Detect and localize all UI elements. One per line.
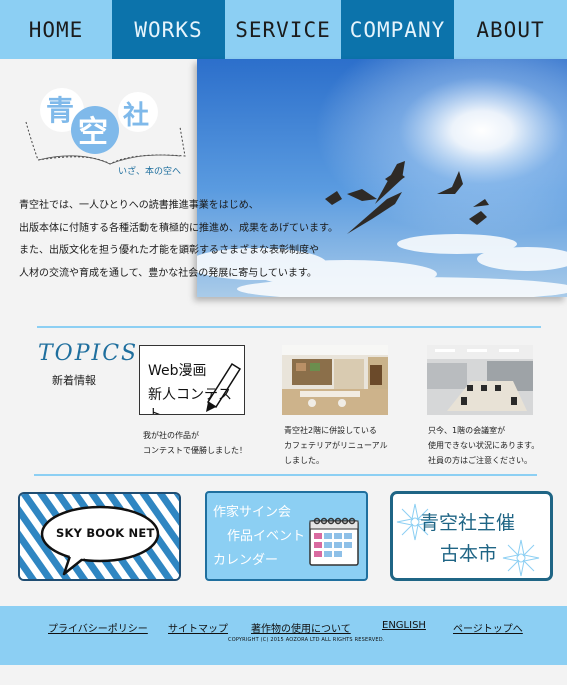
topic-text-line: 只今、1階の会議室が: [428, 426, 506, 435]
footer-links: プライバシーポリシー サイトマップ 著作物の使用について ENGLISH ページ…: [0, 620, 567, 635]
fair-banner-line1: 青空社主催: [420, 512, 516, 534]
logo-char-2: 空: [78, 115, 108, 150]
footer-link-page-top[interactable]: ページトップへ: [453, 620, 523, 635]
used-book-fair-banner[interactable]: 青空社主催 古本市: [390, 491, 553, 581]
topic-text-line: 我が社の作品が: [143, 431, 199, 440]
nav-service[interactable]: SERVICE: [225, 0, 341, 59]
calendar-banner-line3: カレンダー: [213, 553, 279, 568]
intro-line: 人材の交流や育成を通して、豊かな社会の発展に寄与しています。: [19, 267, 317, 279]
footer-link-privacy[interactable]: プライバシーポリシー: [48, 620, 148, 635]
aozora-logo[interactable]: 青 空 社 いざ、本の空へ: [20, 82, 195, 182]
thumb-text-line1: Web漫画: [148, 363, 207, 379]
intro-text: 青空社では、一人ひとりへの読書推進事業をはじめ、 出版本体に付随する各種活動を積…: [19, 195, 339, 285]
sky-book-net-label: SKY BOOK NET: [56, 526, 155, 540]
footer-link-english[interactable]: ENGLISH: [382, 620, 426, 631]
topic-text-line: しました。: [284, 456, 324, 465]
logo-char-3: 社: [123, 100, 149, 131]
nav-works[interactable]: WORKS: [112, 0, 225, 59]
footer: プライバシーポリシー サイトマップ 著作物の使用について ENGLISH ページ…: [0, 606, 567, 665]
fair-banner-line2: 古本市: [440, 543, 498, 565]
topic-text-1: 我が社の作品が コンテストで優勝しました！: [143, 428, 247, 458]
logo-tagline: いざ、本の空へ: [118, 165, 181, 177]
thumb-text-line2: 新人コンテスト: [148, 387, 232, 415]
calendar-banner-line2: 作品イベント: [227, 529, 306, 544]
main-nav: HOME WORKS SERVICE COMPANY ABOUT: [0, 0, 567, 59]
topic-text-3: 只今、1階の会議室が 使用できない状況にあります。 社員の方はご注意ください。: [428, 423, 539, 468]
topic-text-2: 青空社2階に併設している カフェテリアがリニューアル しました。: [284, 423, 388, 468]
logo-char-1: 青: [46, 94, 74, 127]
sky-book-net-banner[interactable]: SKY BOOK NET: [18, 492, 181, 581]
intro-line: 青空社では、一人ひとりへの読書推進事業をはじめ、: [19, 200, 259, 211]
intro-line: 出版本体に付随する各種活動を積極的に推進め、成果をあげています。: [19, 222, 338, 234]
footer-link-copyright-usage[interactable]: 著作物の使用について: [251, 620, 351, 635]
cafeteria-photo: [282, 345, 388, 415]
topic-text-line: 社員の方はご注意ください。: [428, 456, 532, 465]
divider: [34, 474, 537, 476]
calendar-icon: [309, 517, 359, 566]
topics-title: TOPICS: [38, 341, 139, 366]
topic-text-line: コンテストで優勝しました！: [143, 446, 247, 455]
logo-graphic: 青 空 社 いざ、本の空へ: [25, 88, 186, 177]
topic-text-line: カフェテリアがリニューアル: [284, 441, 388, 450]
nav-about[interactable]: ABOUT: [454, 0, 567, 59]
topic-text-line: 使用できない状況にあります。: [428, 441, 540, 450]
topics-subtitle: 新着情報: [52, 374, 96, 387]
nav-home[interactable]: HOME: [0, 0, 112, 59]
copyright-text: COPYRIGHT (C) 2015 AOZORA LTD ALL RIGHTS…: [228, 637, 385, 643]
event-calendar-banner[interactable]: 作家サイン会 作品イベント カレンダー: [205, 491, 368, 581]
topic-text-line: 青空社2階に併設している: [284, 426, 377, 435]
calendar-banner-line1: 作家サイン会: [213, 505, 292, 520]
meeting-room-photo: [427, 345, 533, 415]
topic-thumb-cafeteria[interactable]: [282, 345, 388, 415]
footer-link-sitemap[interactable]: サイトマップ: [168, 620, 228, 635]
divider: [37, 326, 541, 328]
intro-line: また、出版文化を担う優れた才能を顕彰するさまざまな表彰制度や: [19, 245, 319, 256]
topic-thumb-meeting-room[interactable]: [427, 345, 533, 415]
nav-company[interactable]: COMPANY: [341, 0, 454, 59]
topic-thumb-web-manga[interactable]: Web漫画 新人コンテスト: [139, 345, 245, 415]
